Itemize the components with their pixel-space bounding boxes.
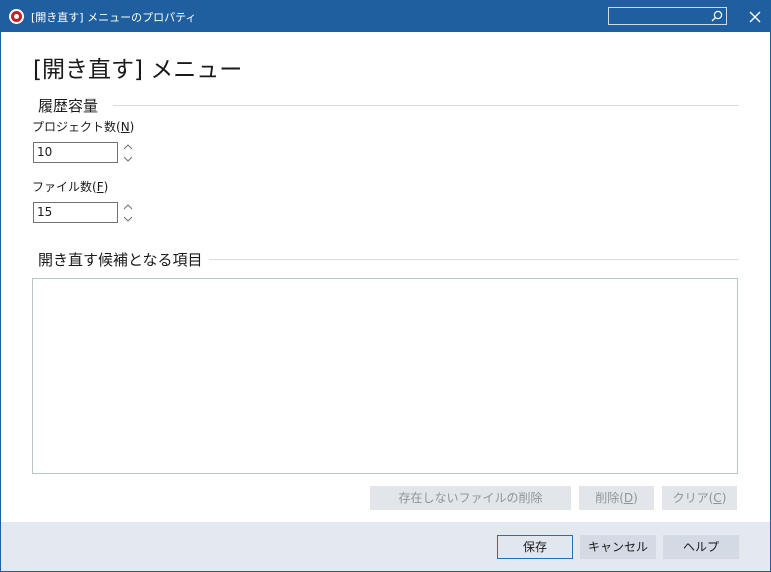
title-bar: [開き直す] メニューのプロパティ — [1, 1, 770, 32]
title-search-input[interactable] — [608, 7, 727, 25]
project-count-label: プロジェクト数(N) — [32, 120, 135, 134]
properties-dialog: [開き直す] メニューのプロパティ [開き直す] メニュー 履歴容量 プロジェク… — [0, 0, 771, 572]
clear-button[interactable]: クリア(C) — [662, 486, 737, 510]
remove-missing-files-button[interactable]: 存在しないファイルの削除 — [370, 486, 571, 510]
dialog-footer: 保存 キャンセル ヘルプ — [1, 522, 770, 571]
history-group-title: 履歴容量 — [38, 95, 105, 116]
close-icon — [749, 11, 761, 23]
file-count-label: ファイル数(F) — [32, 180, 109, 194]
candidates-list[interactable] — [32, 278, 738, 474]
window-title: [開き直す] メニューのプロパティ — [31, 11, 197, 24]
spin-updown-icon — [123, 204, 133, 222]
close-button[interactable] — [746, 8, 764, 26]
page-title: [開き直す] メニュー — [33, 57, 243, 83]
help-button[interactable]: ヘルプ — [663, 535, 739, 559]
project-count-spinner[interactable] — [121, 142, 135, 164]
save-button[interactable]: 保存 — [497, 535, 573, 559]
search-icon — [711, 10, 723, 22]
candidates-group-divider — [209, 259, 739, 260]
project-count-input[interactable]: 10 — [33, 142, 118, 163]
file-count-spinner[interactable] — [121, 202, 135, 224]
candidates-group-title: 開き直す候補となる項目 — [38, 249, 209, 270]
history-group-divider — [113, 105, 739, 106]
delete-button[interactable]: 削除(D) — [579, 486, 654, 510]
file-count-input[interactable]: 15 — [33, 202, 118, 223]
spin-updown-icon — [123, 144, 133, 162]
app-logo-icon — [9, 9, 24, 24]
cancel-button[interactable]: キャンセル — [580, 535, 656, 559]
